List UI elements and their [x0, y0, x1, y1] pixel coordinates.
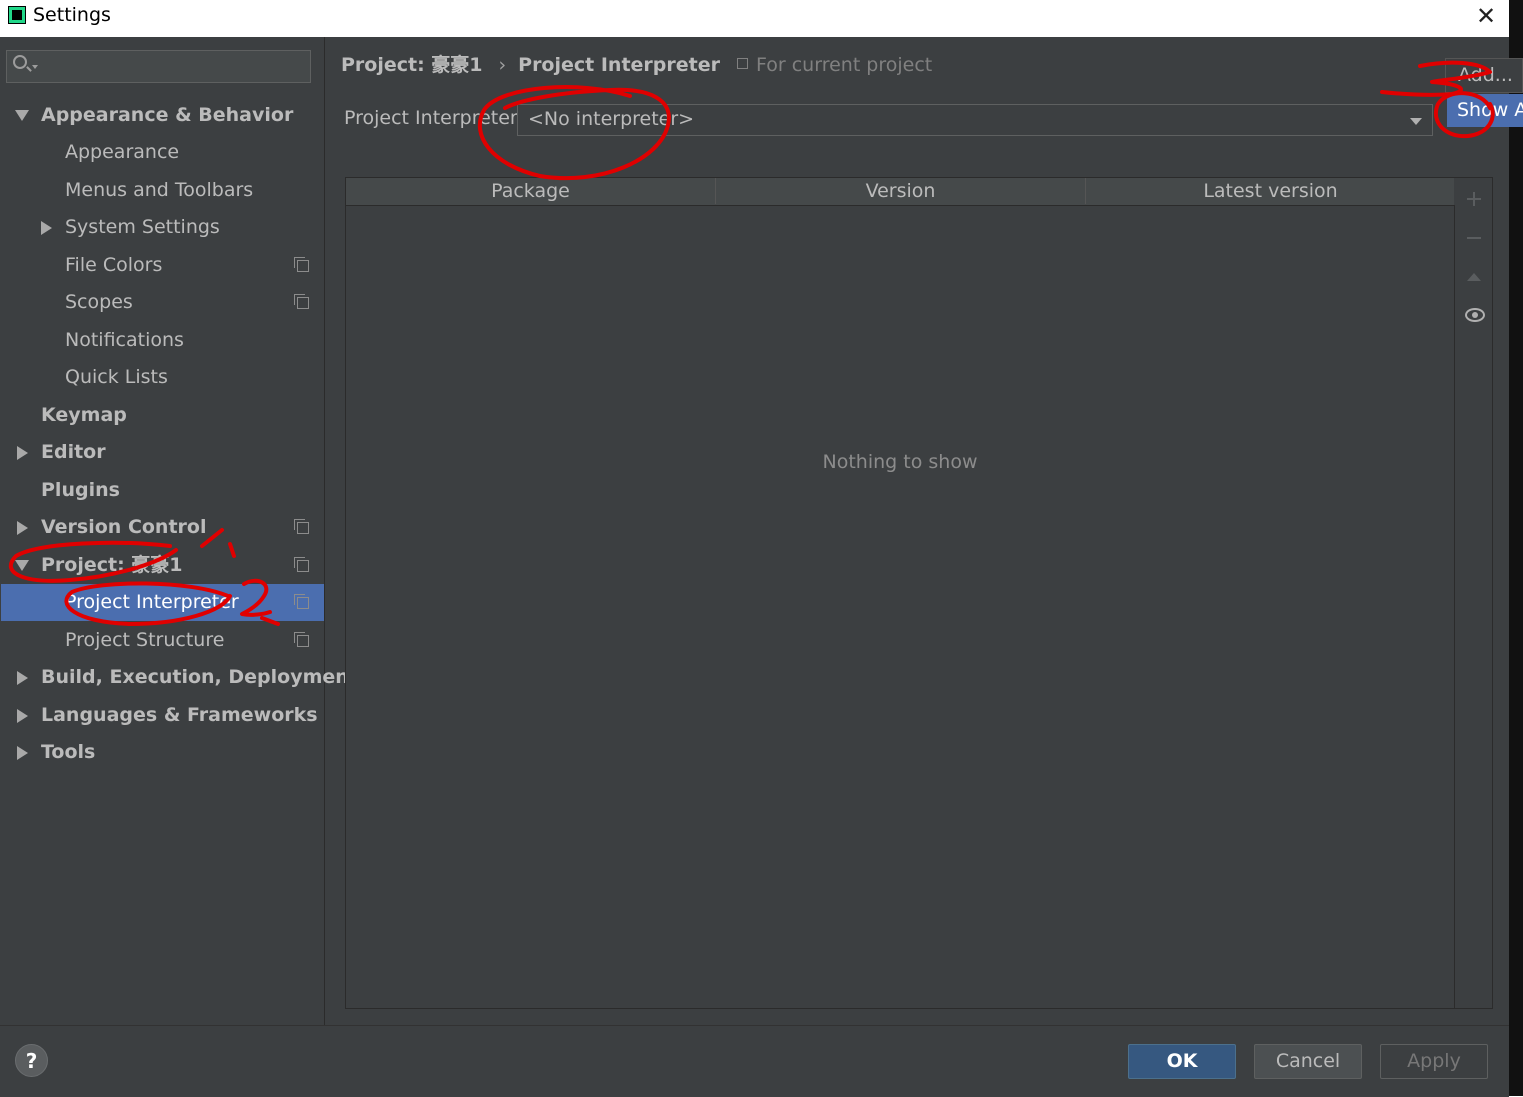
search-input[interactable]: [6, 50, 311, 83]
sidebar-item-version-control[interactable]: Version Control: [1, 509, 324, 546]
column-version[interactable]: Version: [715, 178, 1085, 204]
ok-button[interactable]: OK: [1128, 1044, 1236, 1079]
sidebar-item-menus-toolbars[interactable]: Menus and Toolbars: [1, 172, 324, 209]
sidebar-item-plugins[interactable]: Plugins: [1, 472, 324, 509]
expand-right-icon[interactable]: [17, 446, 28, 460]
sidebar-item-project[interactable]: Project: 豪豪1: [1, 547, 324, 584]
search-icon: [13, 55, 27, 69]
project-scope-icon: [294, 632, 309, 647]
sidebar-item-project-interpreter[interactable]: Project Interpreter: [1, 584, 324, 621]
table-body[interactable]: Nothing to show: [346, 205, 1455, 1008]
sidebar-item-tools[interactable]: Tools: [1, 734, 324, 771]
interpreter-select[interactable]: <No interpreter>: [517, 104, 1433, 136]
interpreter-label: Project Interpreter:: [344, 107, 524, 129]
pycharm-app-icon: [8, 6, 26, 24]
plus-icon[interactable]: [1456, 181, 1492, 217]
help-button[interactable]: ?: [15, 1044, 48, 1077]
project-scope-icon: [294, 257, 309, 272]
minus-icon[interactable]: [1456, 220, 1492, 256]
column-latest-version[interactable]: Latest version: [1085, 178, 1455, 204]
sidebar-item-languages-frameworks[interactable]: Languages & Frameworks: [1, 697, 324, 734]
sidebar-item-system-settings[interactable]: System Settings: [1, 209, 324, 246]
sidebar-item-keymap[interactable]: Keymap: [1, 397, 324, 434]
project-scope-icon: [294, 594, 309, 609]
expand-right-icon[interactable]: [17, 746, 28, 760]
dialog-footer: ? OK Cancel Apply: [0, 1025, 1509, 1097]
search-history-dropdown-icon[interactable]: [32, 65, 38, 69]
sidebar-item-notifications[interactable]: Notifications: [1, 322, 324, 359]
sidebar-item-scopes[interactable]: Scopes: [1, 284, 324, 321]
sidebar-item-appearance-behavior[interactable]: Appearance & Behavior: [1, 97, 324, 134]
interpreter-select-value: <No interpreter>: [528, 108, 695, 130]
expand-down-icon[interactable]: [15, 110, 29, 121]
table-toolbar: [1456, 178, 1492, 1008]
project-scope-icon: [294, 519, 309, 534]
expand-down-icon[interactable]: [15, 560, 29, 571]
scope-note: For current project: [737, 54, 932, 76]
table-header: Package Version Latest version: [346, 178, 1454, 206]
sidebar-item-project-structure[interactable]: Project Structure: [1, 622, 324, 659]
sidebar-item-appearance[interactable]: Appearance: [1, 134, 324, 171]
window-title: Settings: [33, 4, 111, 26]
expand-right-icon[interactable]: [41, 221, 52, 235]
packages-table: Package Version Latest version Nothing t…: [345, 177, 1493, 1009]
menu-item-add[interactable]: Add...: [1445, 58, 1523, 93]
breadcrumb-project[interactable]: Project: 豪豪1: [341, 54, 483, 76]
expand-right-icon[interactable]: [17, 709, 28, 723]
expand-right-icon[interactable]: [17, 671, 28, 685]
breadcrumb-page: Project Interpreter: [518, 54, 720, 76]
breadcrumb-separator: ›: [498, 54, 507, 76]
settings-content: Project: 豪豪1 › Project Interpreter For cur…: [325, 37, 1509, 1025]
eye-icon[interactable]: [1456, 298, 1492, 334]
breadcrumb: Project: 豪豪1 › Project Interpreter: [341, 50, 720, 77]
empty-state-text: Nothing to show: [822, 451, 978, 473]
sidebar-item-build-execution-deployment[interactable]: Build, Execution, Deployment: [1, 659, 358, 696]
settings-dialog: Appearance & Behavior Appearance Menus a…: [0, 37, 1509, 1097]
background-strip: [1509, 0, 1523, 1096]
expand-right-icon[interactable]: [17, 521, 28, 535]
settings-sidebar: Appearance & Behavior Appearance Menus a…: [1, 37, 358, 1025]
title-bar: Settings ✕: [0, 0, 1509, 37]
project-scope-icon: [294, 294, 309, 309]
menu-item-show-all[interactable]: Show A: [1447, 94, 1523, 127]
apply-button[interactable]: Apply: [1380, 1044, 1488, 1079]
interpreter-gear-menu: Add... Show A: [1437, 58, 1523, 133]
cancel-button[interactable]: Cancel: [1254, 1044, 1362, 1079]
upgrade-icon[interactable]: [1456, 260, 1492, 296]
scope-note-text: For current project: [756, 54, 933, 76]
close-icon[interactable]: ✕: [1470, 0, 1502, 32]
project-scope-icon: [294, 557, 309, 572]
sidebar-item-file-colors[interactable]: File Colors: [1, 247, 324, 284]
sidebar-item-quick-lists[interactable]: Quick Lists: [1, 359, 324, 396]
project-scope-icon: [737, 58, 748, 69]
sidebar-item-editor[interactable]: Editor: [1, 434, 324, 471]
column-package[interactable]: Package: [346, 178, 715, 204]
chevron-down-icon[interactable]: [1410, 118, 1422, 125]
